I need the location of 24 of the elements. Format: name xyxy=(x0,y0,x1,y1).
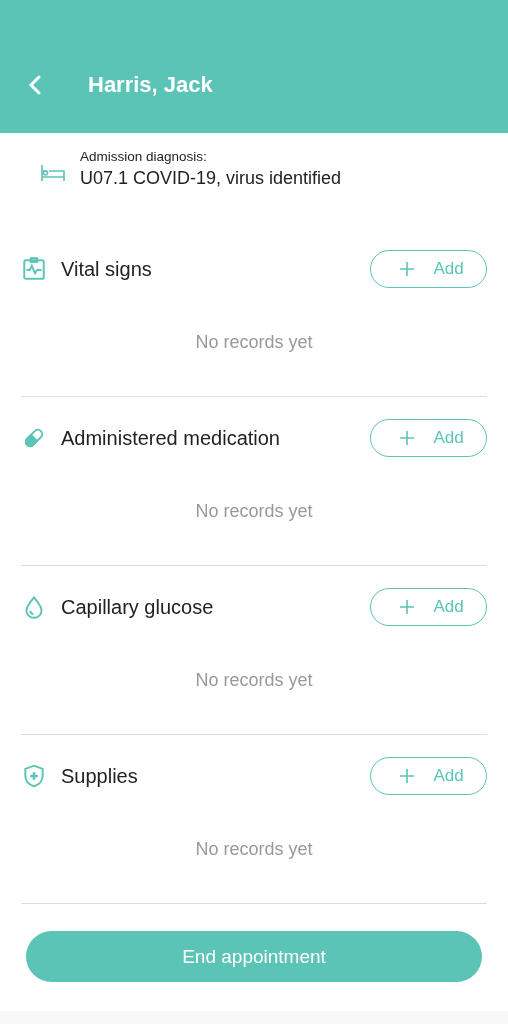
plus-icon xyxy=(399,430,416,446)
section-title: Capillary glucose xyxy=(61,595,215,619)
diagnosis-value: U07.1 COVID-19, virus identified xyxy=(80,168,342,189)
back-icon[interactable] xyxy=(28,74,42,96)
bed-icon xyxy=(40,163,66,183)
add-button[interactable]: Add xyxy=(370,250,487,288)
plus-icon xyxy=(399,261,416,277)
section-title: Administered medication xyxy=(61,426,281,450)
empty-message: No records yet xyxy=(194,839,314,860)
section-title: Supplies xyxy=(61,764,139,788)
section-title: Vital signs xyxy=(61,257,153,281)
end-appointment-button[interactable]: End appointment xyxy=(26,931,482,982)
add-button[interactable]: Add xyxy=(370,757,487,795)
empty-message: No records yet xyxy=(194,501,314,522)
plus-icon xyxy=(399,599,416,615)
empty-message: No records yet xyxy=(194,670,314,691)
clipboard-pulse-icon xyxy=(21,256,47,282)
shield-plus-icon xyxy=(21,763,47,789)
empty-message: No records yet xyxy=(194,332,314,353)
add-button[interactable]: Add xyxy=(370,419,487,457)
patient-name: Harris, Jack xyxy=(88,71,213,99)
plus-icon xyxy=(399,768,416,784)
diagnosis-label: Admission diagnosis: xyxy=(80,149,208,164)
add-button[interactable]: Add xyxy=(370,588,487,626)
